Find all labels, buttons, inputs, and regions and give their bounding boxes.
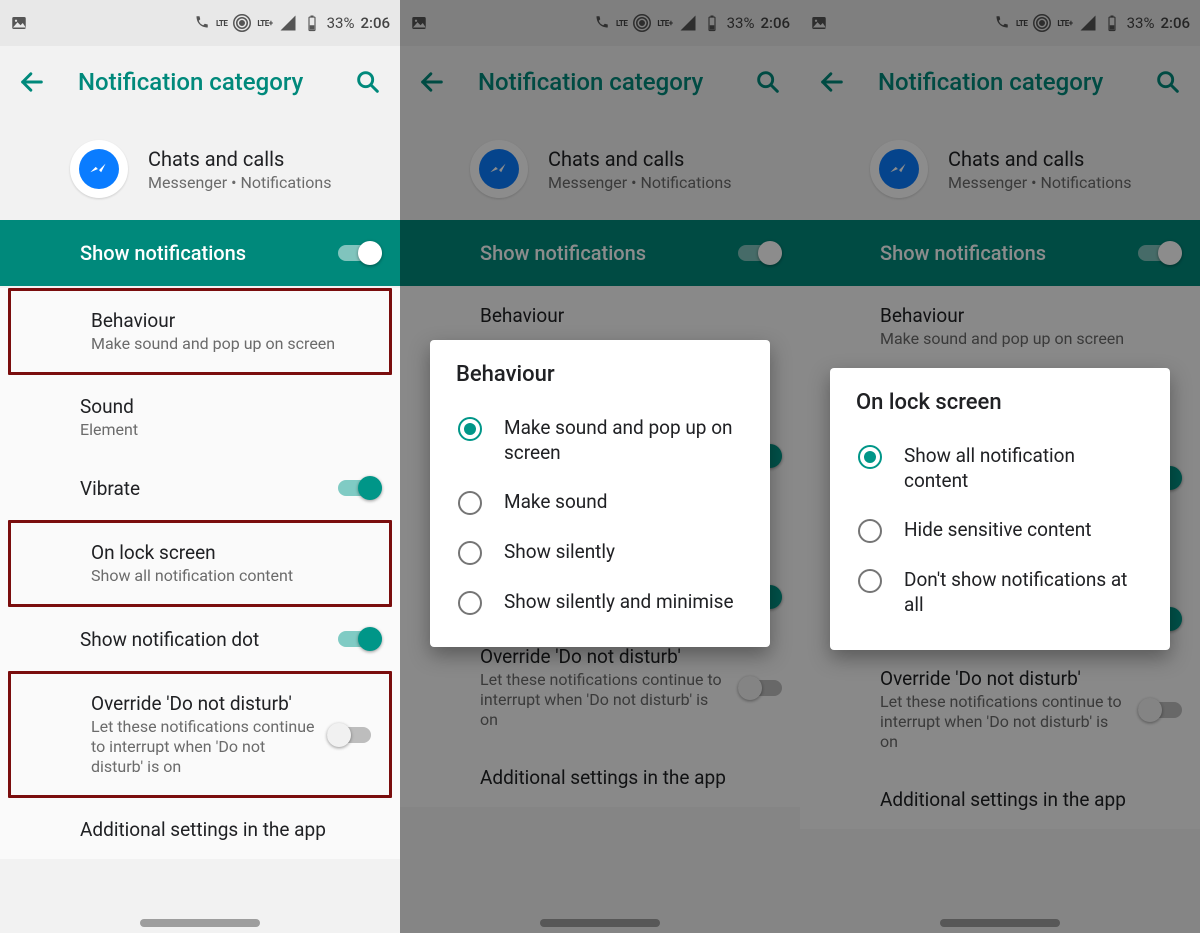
- category-subtitle: Messenger • Notifications: [148, 173, 331, 192]
- category-header[interactable]: Chats and calls Messenger • Notification…: [0, 118, 400, 220]
- lockscreen-option-0[interactable]: Show all notification content: [852, 431, 1148, 505]
- dialog-title: Behaviour: [452, 362, 748, 387]
- radio-icon: [858, 519, 882, 543]
- show-notifications-label: Show notifications: [80, 241, 246, 265]
- show-notifications-toggle[interactable]: [338, 241, 382, 265]
- lte-indicator-1: LTE: [216, 19, 227, 28]
- phone-pane-1: LTE LTE+ 33% 2:06 Notification category: [0, 0, 400, 933]
- messenger-app-icon: [70, 140, 128, 198]
- battery-icon: [303, 14, 321, 32]
- vibrate-row[interactable]: Vibrate: [0, 458, 400, 518]
- behaviour-sub: Make sound and pop up on screen: [91, 334, 359, 354]
- option-label: Make sound: [504, 489, 607, 515]
- radio-icon: [858, 445, 882, 469]
- notification-dot-title: Show notification dot: [80, 628, 326, 651]
- image-icon: [10, 14, 28, 32]
- phone-pane-2: LTE LTE+ 33% 2:06 Notification category …: [400, 0, 800, 933]
- sound-title: Sound: [80, 395, 370, 418]
- lte-plus-indicator-1: LTE+: [257, 19, 272, 28]
- battery-percent: 33%: [327, 14, 355, 32]
- back-icon[interactable]: [18, 68, 46, 96]
- option-label: Make sound and pop up on screen: [504, 415, 742, 465]
- radio-icon: [858, 569, 882, 593]
- override-dnd-toggle[interactable]: [327, 723, 371, 747]
- status-bar: LTE LTE+ 33% 2:06: [0, 0, 400, 46]
- vibrate-title: Vibrate: [80, 477, 326, 500]
- option-label: Hide sensitive content: [904, 517, 1091, 543]
- behaviour-option-0[interactable]: Make sound and pop up on screen: [452, 403, 748, 477]
- vibrate-toggle[interactable]: [338, 476, 382, 500]
- option-label: Don't show notifications at all: [904, 567, 1142, 617]
- lockscreen-option-2[interactable]: Don't show notifications at all: [852, 555, 1148, 629]
- search-icon[interactable]: [354, 68, 382, 96]
- override-dnd-title: Override 'Do not disturb': [91, 692, 315, 715]
- hotspot-icon: [233, 14, 251, 32]
- lockscreen-option-1[interactable]: Hide sensitive content: [852, 505, 1148, 555]
- radio-icon: [458, 541, 482, 565]
- page-title: Notification category: [78, 68, 322, 96]
- app-bar: Notification category: [0, 46, 400, 118]
- phone-pane-3: LTE LTE+ 33% 2:06 Notification category …: [800, 0, 1200, 933]
- nav-bar[interactable]: [0, 919, 400, 927]
- lockscreen-title: On lock screen: [91, 541, 359, 564]
- behaviour-row[interactable]: Behaviour Make sound and pop up on scree…: [11, 291, 389, 372]
- dialog-title: On lock screen: [852, 390, 1148, 415]
- override-dnd-row[interactable]: Override 'Do not disturb' Let these noti…: [11, 674, 389, 795]
- lockscreen-dialog: On lock screen Show all notification con…: [830, 368, 1170, 650]
- signal-icon: [279, 14, 297, 32]
- category-title: Chats and calls: [148, 147, 331, 171]
- option-label: Show silently and minimise: [504, 589, 734, 615]
- lockscreen-sub: Show all notification content: [91, 566, 359, 586]
- additional-settings-row[interactable]: Additional settings in the app: [0, 800, 400, 859]
- radio-icon: [458, 491, 482, 515]
- behaviour-dialog: Behaviour Make sound and pop up on scree…: [430, 340, 770, 647]
- show-notifications-row[interactable]: Show notifications: [0, 220, 400, 286]
- override-dnd-sub: Let these notifications continue to inte…: [91, 717, 315, 777]
- option-label: Show silently: [504, 539, 615, 565]
- radio-icon: [458, 417, 482, 441]
- sound-row[interactable]: Sound Element: [0, 377, 400, 458]
- sound-sub: Element: [80, 420, 370, 440]
- lockscreen-row[interactable]: On lock screen Show all notification con…: [11, 523, 389, 604]
- behaviour-option-1[interactable]: Make sound: [452, 477, 748, 527]
- behaviour-option-3[interactable]: Show silently and minimise: [452, 577, 748, 627]
- option-label: Show all notification content: [904, 443, 1142, 493]
- additional-settings-title: Additional settings in the app: [80, 818, 370, 841]
- wifi-calling-icon: [192, 14, 210, 32]
- clock: 2:06: [360, 14, 390, 32]
- notification-dot-row[interactable]: Show notification dot: [0, 609, 400, 669]
- radio-icon: [458, 591, 482, 615]
- behaviour-option-2[interactable]: Show silently: [452, 527, 748, 577]
- notification-dot-toggle[interactable]: [338, 627, 382, 651]
- behaviour-title: Behaviour: [91, 309, 359, 332]
